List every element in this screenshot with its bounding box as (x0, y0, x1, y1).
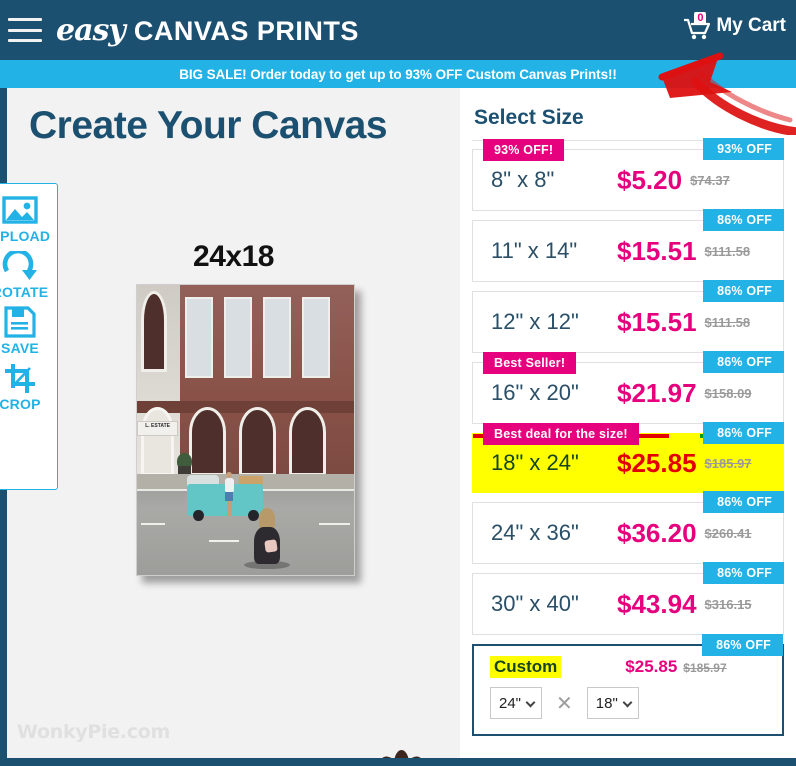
discount-badge: 86% OFF (703, 422, 784, 444)
size-option-row[interactable]: 86% OFF 24" x 36" $36.20 $260.41 (472, 491, 784, 564)
size-original-price: $111.58 (704, 314, 751, 330)
sale-banner-text: BIG SALE! Order today to get up to 93% O… (179, 66, 617, 82)
size-original-price: $158.09 (704, 385, 752, 401)
size-dimensions: 30" x 40" (491, 591, 579, 616)
size-tag-badge: 93% OFF! (483, 139, 565, 161)
custom-height-select[interactable]: 18" (586, 687, 639, 719)
custom-discount-badge: 86% OFF (702, 634, 783, 656)
size-dimensions: 11" x 14" (491, 238, 578, 263)
size-option-row[interactable]: 93% OFF! 93% OFF 8" x 8" $5.20 $74.37 (472, 138, 784, 211)
custom-size-row[interactable]: 86% OFF Custom $25.85 $185.97 24" ✕ 18" (472, 634, 784, 736)
tool-rotate[interactable]: ROTATE (0, 246, 57, 300)
save-floppy-icon (0, 302, 40, 342)
size-option-row[interactable]: 86% OFF 11" x 14" $15.51 $111.58 (472, 209, 784, 282)
shopping-cart-icon: 0 (683, 12, 713, 40)
discount-badge: 86% OFF (703, 280, 784, 302)
cart-label: My Cart (716, 15, 786, 36)
select-size-panel: Select Size 93% OFF! 93% OFF 8" x 8" $5.20 $… (460, 88, 796, 758)
custom-label: Custom (490, 656, 562, 678)
storefront-sign: L. ESTATE (137, 421, 179, 436)
size-option-row[interactable]: 86% OFF 12" x 12" $15.51 $111.58 (472, 280, 784, 353)
tool-save-label: SAVE (1, 340, 39, 356)
size-price: $15.51 (617, 235, 697, 266)
size-dimensions: 18" x 24" (491, 450, 579, 475)
footer-bar (0, 758, 796, 766)
tool-save[interactable]: SAVE (0, 302, 57, 356)
tool-crop[interactable]: CROP (0, 358, 57, 412)
size-original-price: $260.41 (704, 525, 752, 541)
sale-banner[interactable]: BIG SALE! Order today to get up to 93% O… (0, 60, 796, 88)
site-logo[interactable]: easy CANVAS PRINTS (56, 13, 359, 48)
selected-size-label: 24x18 (193, 240, 274, 273)
custom-width-value: 24" (499, 694, 522, 712)
size-option-row[interactable]: 86% OFF 30" x 40" $43.94 $316.15 (472, 562, 784, 635)
tool-rotate-label: ROTATE (0, 284, 49, 300)
custom-original-price: $185.97 (683, 661, 727, 675)
person-standing (224, 472, 235, 516)
size-price: $5.20 (617, 164, 683, 195)
tool-crop-label: CROP (0, 396, 41, 412)
tool-upload-label: UPLOAD (0, 228, 51, 244)
discount-badge: 93% OFF (703, 138, 784, 160)
chevron-down-icon (622, 697, 633, 708)
size-price: $21.97 (617, 377, 697, 408)
size-dimensions: 16" x 20" (491, 380, 579, 405)
editor-toolbar: UPLOAD ROTATE SAVE (0, 183, 58, 490)
discount-badge: 86% OFF (703, 209, 784, 231)
custom-height-value: 18" (595, 694, 618, 712)
logo-script-word: easy (56, 12, 126, 48)
size-option-row[interactable]: Best Seller! 86% OFF 16" x 20" $21.97 $158.0… (472, 351, 784, 424)
canvas-designer-page: easy CANVAS PRINTS 0 My Cart BIG SALE! O… (0, 0, 796, 766)
size-original-price: $74.37 (690, 172, 730, 188)
dimension-separator: ✕ (556, 692, 573, 715)
discount-badge: 86% OFF (703, 491, 784, 513)
canvas-photo-preview[interactable]: L. ESTATE (136, 284, 355, 576)
size-dimensions: 12" x 12" (491, 309, 579, 334)
size-original-price: $316.15 (704, 596, 752, 612)
crop-icon (0, 358, 40, 398)
logo-main-word: CANVAS PRINTS (133, 15, 359, 46)
size-tag-badge: Best deal for the size! (483, 423, 639, 445)
discount-badge: 86% OFF (703, 562, 784, 584)
custom-width-select[interactable]: 24" (490, 687, 542, 719)
rotate-icon (0, 246, 40, 286)
size-price: $15.51 (617, 306, 697, 337)
hamburger-menu-icon[interactable] (8, 18, 42, 42)
size-price: $25.85 (617, 447, 697, 478)
panel-title: Select Size (474, 106, 584, 129)
size-original-price: $185.97 (704, 455, 752, 471)
flower-decor-icon (369, 744, 435, 758)
discount-badge: 86% OFF (703, 351, 784, 373)
custom-price: $25.85 (625, 657, 678, 676)
my-cart-button[interactable]: 0 My Cart (683, 12, 786, 40)
size-tag-badge: Best Seller! (483, 352, 577, 374)
person-crouching (244, 508, 290, 570)
tool-upload[interactable]: UPLOAD (0, 190, 57, 244)
size-original-price: $111.58 (704, 243, 751, 259)
chevron-down-icon (525, 697, 536, 708)
image-upload-icon (0, 190, 40, 230)
size-dimensions: 24" x 36" (491, 520, 579, 545)
size-option-list: 93% OFF! 93% OFF 8" x 8" $5.20 $74.37 86% OFF… (472, 138, 784, 635)
size-option-row[interactable]: Best deal for the size! 86% OFF 18" x 24" $… (472, 422, 784, 493)
size-price: $36.20 (617, 517, 697, 548)
watermark: WonkyPie.com (17, 721, 170, 743)
cart-count-badge: 0 (694, 12, 707, 25)
canvas-preview-stage: Create Your Canvas 24x18 L. ESTATE Wonky… (0, 88, 460, 758)
size-price: $43.94 (617, 588, 697, 619)
page-title: Create Your Canvas (29, 104, 388, 147)
size-dimensions: 8" x 8" (491, 167, 555, 192)
uploaded-photo: L. ESTATE (137, 285, 354, 575)
site-header: easy CANVAS PRINTS 0 My Cart (0, 0, 796, 60)
